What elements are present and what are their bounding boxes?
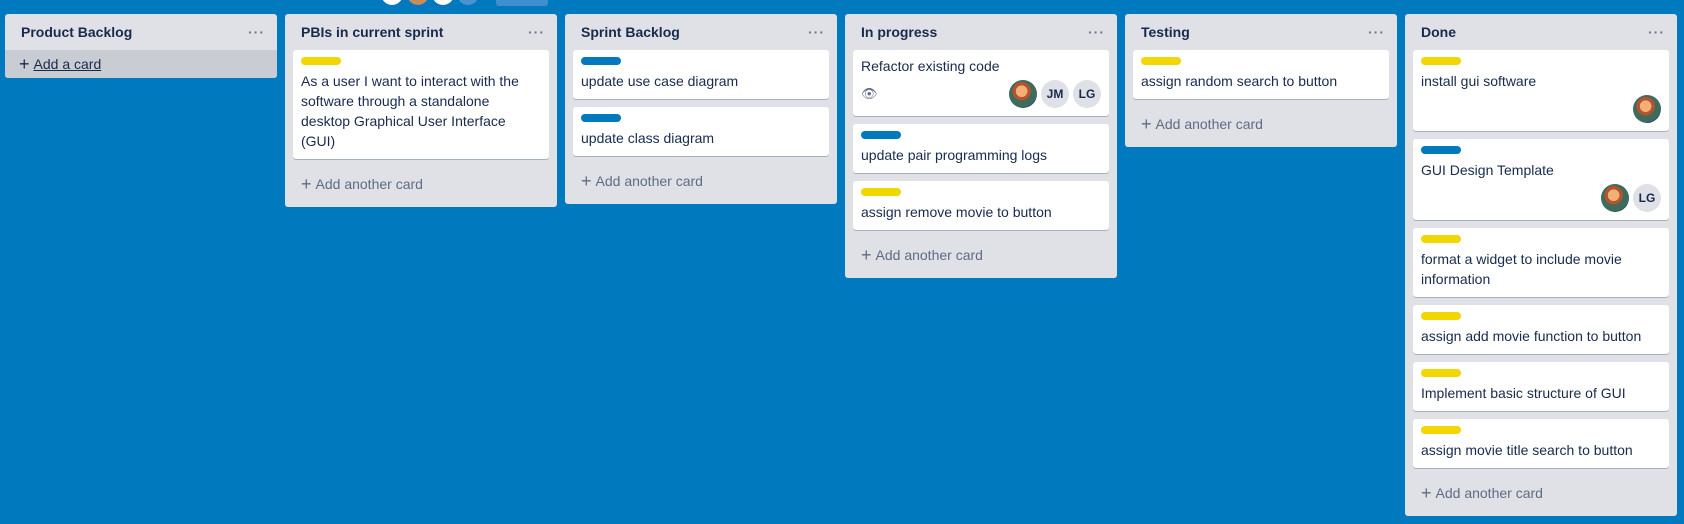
member-avatar[interactable]: JM <box>1041 80 1069 108</box>
add-card-button[interactable]: + Add another card <box>285 167 557 201</box>
card-label-yellow[interactable] <box>1421 426 1461 434</box>
list-pbis-current-sprint: PBIs in current sprint ··· As a user I w… <box>285 14 557 207</box>
add-card-label: Add a card <box>33 56 102 72</box>
card-label-blue[interactable] <box>1421 146 1461 154</box>
add-card-label: Add another card <box>1435 485 1543 501</box>
list-title[interactable]: Product Backlog <box>21 24 132 40</box>
card[interactable]: As a user I want to interact with the so… <box>293 50 549 159</box>
list-header: In progress ··· <box>845 14 1117 50</box>
card[interactable]: assign random search to button <box>1133 50 1389 99</box>
add-card-button[interactable]: + Add another card <box>1125 107 1397 141</box>
more-horizontal-icon[interactable]: ··· <box>528 24 545 40</box>
member-avatar[interactable] <box>1633 95 1661 123</box>
card-title: Refactor existing code <box>861 58 1000 74</box>
card-members <box>1633 95 1661 123</box>
header-avatar[interactable] <box>407 0 429 5</box>
card-title: assign add movie function to button <box>1421 328 1642 344</box>
add-card-button[interactable]: + Add another card <box>565 164 837 198</box>
card-members: JM LG <box>1009 80 1101 108</box>
member-avatar[interactable]: LG <box>1633 184 1661 212</box>
plus-icon: + <box>861 245 872 265</box>
card-title: Implement basic structure of GUI <box>1421 385 1626 401</box>
add-card-label: Add another card <box>595 173 703 189</box>
list-title[interactable]: Testing <box>1141 24 1190 40</box>
list-product-backlog: Product Backlog ··· + Add a card <box>5 14 277 78</box>
member-avatar[interactable] <box>1009 80 1037 108</box>
card-label-yellow[interactable] <box>1141 57 1181 65</box>
card-title: update use case diagram <box>581 73 739 89</box>
list-header: Product Backlog ··· <box>5 14 277 50</box>
card-label-blue[interactable] <box>581 57 621 65</box>
header-avatar[interactable] <box>381 0 403 5</box>
list-done: Done ··· install gui software GUI Design… <box>1405 14 1677 516</box>
list-header: Sprint Backlog ··· <box>565 14 837 50</box>
header-avatar[interactable] <box>432 0 454 5</box>
more-horizontal-icon[interactable]: ··· <box>1648 24 1665 40</box>
card-title: assign movie title search to button <box>1421 442 1633 458</box>
list-sprint-backlog: Sprint Backlog ··· update use case diagr… <box>565 14 837 204</box>
card[interactable]: install gui software <box>1413 50 1669 131</box>
add-card-button[interactable]: + Add another card <box>1405 476 1677 510</box>
card[interactable]: format a widget to include movie informa… <box>1413 228 1669 297</box>
list-in-progress: In progress ··· Refactor existing code 👁… <box>845 14 1117 278</box>
card-members: LG <box>1601 184 1661 212</box>
list-title[interactable]: In progress <box>861 24 937 40</box>
card-title: update pair programming logs <box>861 147 1047 163</box>
card-title: assign remove movie to button <box>861 204 1052 220</box>
card-badges: 👁 JM LG <box>861 80 1101 108</box>
header-avatar[interactable] <box>457 0 479 5</box>
list-header: Testing ··· <box>1125 14 1397 50</box>
list-title[interactable]: Sprint Backlog <box>581 24 680 40</box>
card-title: assign random search to button <box>1141 73 1338 89</box>
card-label-yellow[interactable] <box>1421 369 1461 377</box>
add-card-button[interactable]: + Add another card <box>845 238 1117 272</box>
more-horizontal-icon[interactable]: ··· <box>1088 24 1105 40</box>
header-button[interactable] <box>496 0 548 6</box>
card-label-yellow[interactable] <box>1421 57 1461 65</box>
member-avatar[interactable]: LG <box>1073 80 1101 108</box>
card[interactable]: Implement basic structure of GUI <box>1413 362 1669 411</box>
card[interactable]: GUI Design Template LG <box>1413 139 1669 220</box>
add-card-label: Add another card <box>875 247 983 263</box>
card-label-blue[interactable] <box>581 114 621 122</box>
plus-icon: + <box>1421 483 1432 503</box>
more-horizontal-icon[interactable]: ··· <box>808 24 825 40</box>
add-card-label: Add another card <box>1155 116 1263 132</box>
add-card-button[interactable]: + Add a card <box>5 50 277 78</box>
card-label-blue[interactable] <box>861 131 901 139</box>
list-title[interactable]: PBIs in current sprint <box>301 24 443 40</box>
card[interactable]: assign movie title search to button <box>1413 419 1669 468</box>
plus-icon: + <box>19 54 30 74</box>
card-badges <box>1421 95 1661 123</box>
plus-icon: + <box>1141 114 1152 134</box>
list-title[interactable]: Done <box>1421 24 1456 40</box>
card-title: install gui software <box>1421 73 1537 89</box>
list-header: PBIs in current sprint ··· <box>285 14 557 50</box>
more-horizontal-icon[interactable]: ··· <box>1368 24 1385 40</box>
add-card-label: Add another card <box>315 176 423 192</box>
card-title: GUI Design Template <box>1421 162 1554 178</box>
card[interactable]: update class diagram <box>573 107 829 156</box>
eye-icon: 👁 <box>861 86 878 101</box>
more-horizontal-icon[interactable]: ··· <box>248 24 265 40</box>
card-badges: LG <box>1421 184 1661 212</box>
card[interactable]: assign remove movie to button <box>853 181 1109 230</box>
plus-icon: + <box>301 174 312 194</box>
card[interactable]: update use case diagram <box>573 50 829 99</box>
card[interactable]: update pair programming logs <box>853 124 1109 173</box>
list-testing: Testing ··· assign random search to butt… <box>1125 14 1397 147</box>
list-header: Done ··· <box>1405 14 1677 50</box>
card-label-yellow[interactable] <box>301 57 341 65</box>
card[interactable]: assign add movie function to button <box>1413 305 1669 354</box>
card-label-yellow[interactable] <box>1421 312 1461 320</box>
card[interactable]: Refactor existing code 👁 JM LG <box>853 50 1109 116</box>
card-label-yellow[interactable] <box>861 188 901 196</box>
header-strip <box>0 0 1684 8</box>
card-label-yellow[interactable] <box>1421 235 1461 243</box>
plus-icon: + <box>581 171 592 191</box>
member-avatar[interactable] <box>1601 184 1629 212</box>
card-title: format a widget to include movie informa… <box>1421 251 1622 287</box>
card-title: As a user I want to interact with the so… <box>301 73 519 149</box>
card-title: update class diagram <box>581 130 715 146</box>
